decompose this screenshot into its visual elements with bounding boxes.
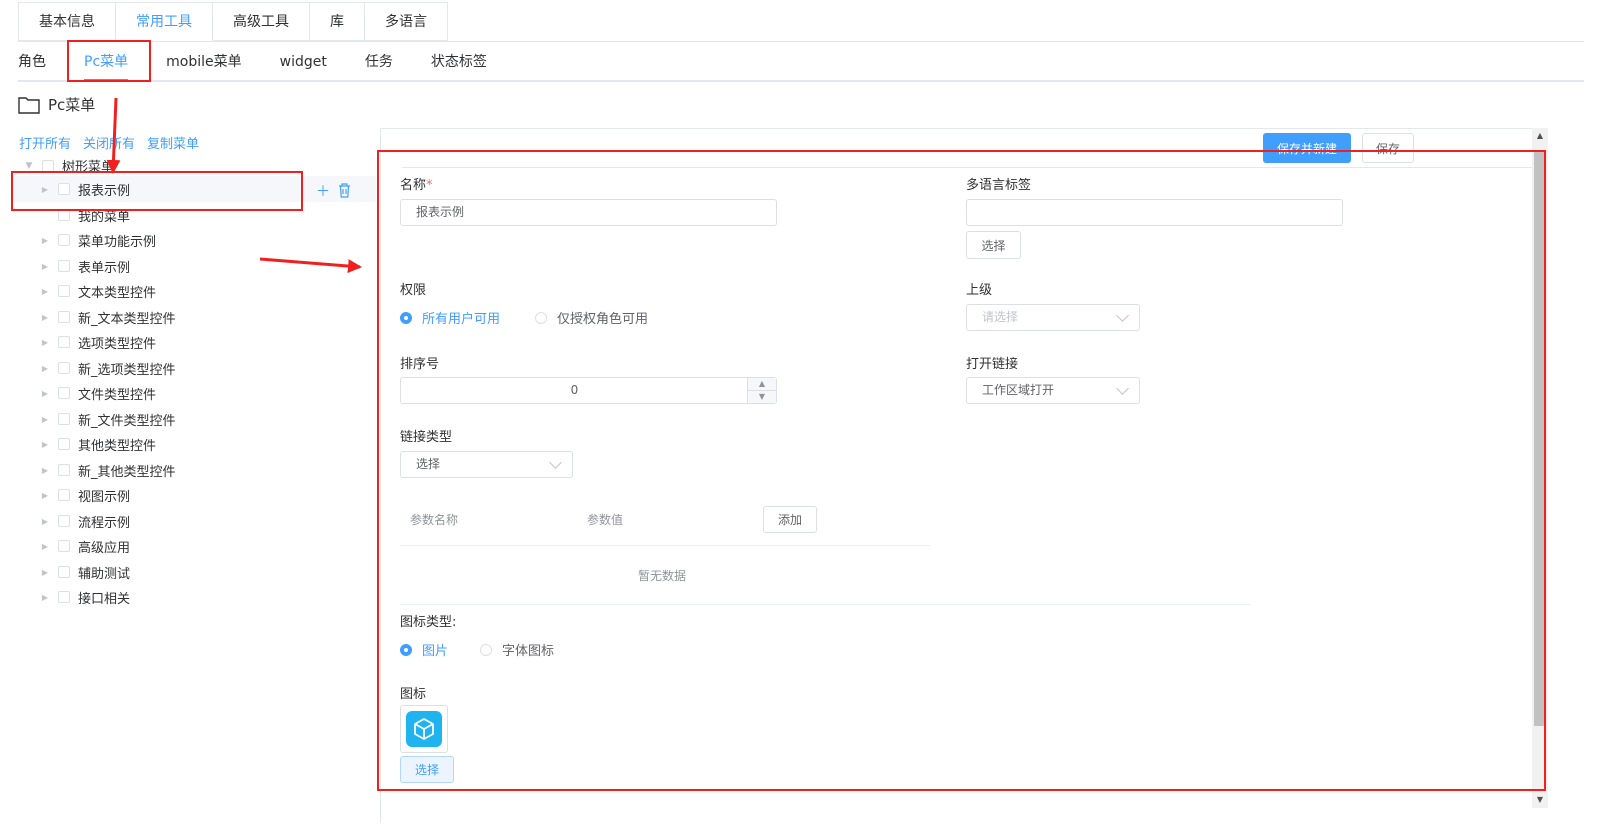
annotation-arrow-down [106,97,121,174]
annotation-arrow-right [259,257,362,274]
annotation-arrows [106,97,362,274]
